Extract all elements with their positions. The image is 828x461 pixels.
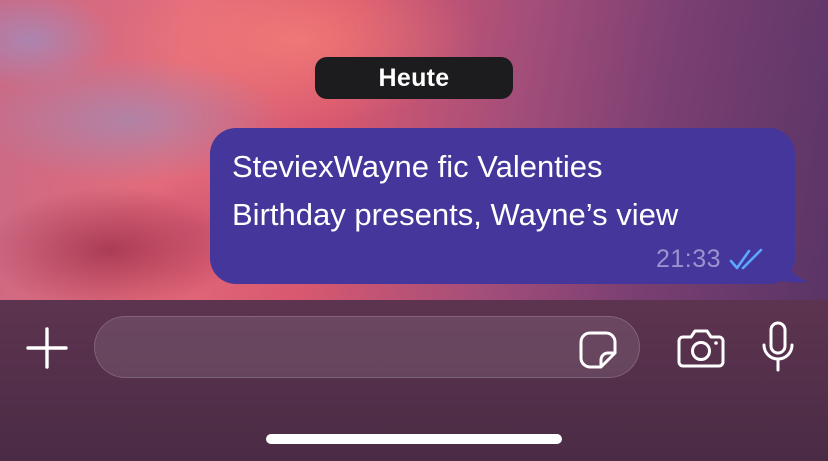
double-check-icon: [729, 248, 763, 270]
chat-screen: Heute SteviexWayne fic Valenties Birthda…: [0, 0, 828, 461]
message-meta: 21:33: [656, 244, 767, 274]
camera-button[interactable]: [676, 326, 726, 370]
message-input-container[interactable]: [94, 316, 640, 379]
bubble-tail: [770, 248, 808, 283]
sticker-button[interactable]: [578, 330, 618, 370]
message-line: SteviexWayne fic Valenties: [232, 149, 603, 184]
attach-button[interactable]: [24, 325, 70, 371]
date-separator: Heute: [315, 57, 513, 99]
microphone-button[interactable]: [758, 320, 798, 374]
message-time: 21:33: [656, 244, 722, 273]
message-line: Birthday presents, Wayne’s view: [232, 197, 679, 232]
microphone-icon: [762, 321, 794, 372]
home-indicator[interactable]: [266, 434, 562, 444]
camera-icon: [677, 329, 725, 368]
plus-icon: [26, 327, 68, 369]
sticker-icon: [579, 331, 617, 369]
message-text: SteviexWayne fic Valenties Birthday pres…: [232, 143, 792, 239]
message-input[interactable]: [115, 317, 569, 379]
